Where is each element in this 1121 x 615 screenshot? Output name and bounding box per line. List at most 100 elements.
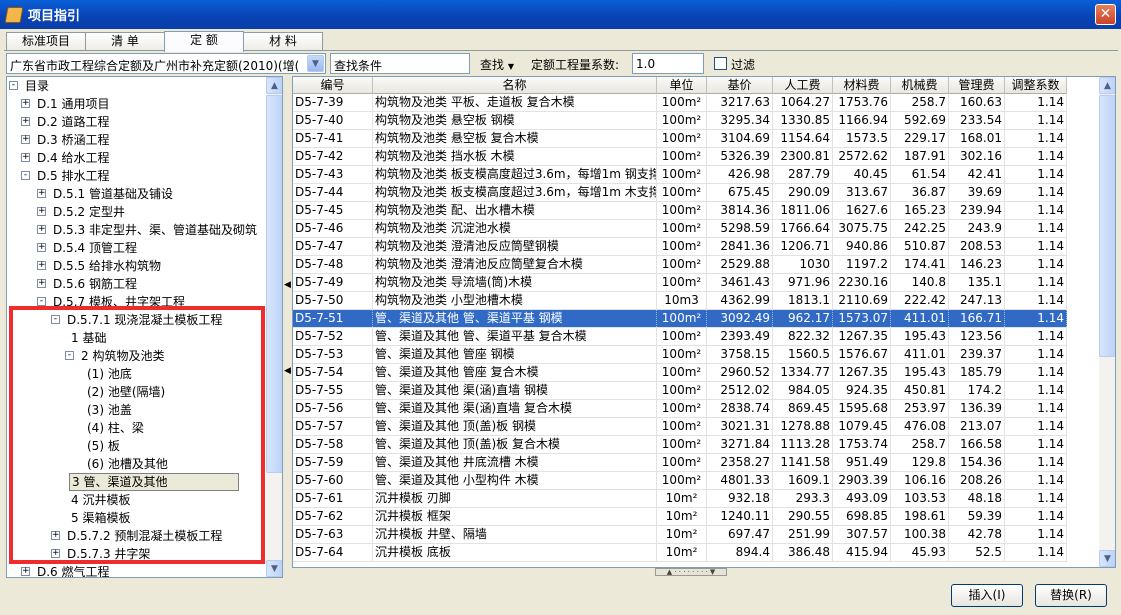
column-header[interactable]: 材料费 xyxy=(833,77,891,94)
table-row[interactable]: D5-7-44 构筑物及池类 板支模高度超过3.6m，每增1m 木支撑 100m² 6… xyxy=(293,184,1067,202)
close-button[interactable]: ✕ xyxy=(1095,4,1116,25)
table-cell: 管、渠道及其他 管座 复合木模 xyxy=(373,364,657,381)
pane-splitter[interactable]: ◀ ◀ xyxy=(284,76,292,578)
tab-standard-items[interactable]: 标准项目 xyxy=(6,32,86,51)
tree-item-label: (1) 池底 xyxy=(87,367,132,381)
table-row[interactable]: D5-7-59 管、渠道及其他 井底流槽 木模 100m² 2358.27 1141.5… xyxy=(293,454,1067,472)
column-header[interactable]: 基价 xyxy=(707,77,773,94)
table-row[interactable]: D5-7-53 管、渠道及其他 管座 钢模 100m² 3758.15 1560.5 15… xyxy=(293,346,1067,364)
scroll-thumb[interactable] xyxy=(266,95,282,473)
table-row[interactable]: D5-7-60 管、渠道及其他 小型构件 木模 100m² 4801.33 1609.1… xyxy=(293,472,1067,490)
table-cell: 100m² xyxy=(657,454,707,471)
column-header[interactable]: 管理费 xyxy=(949,77,1005,94)
table-cell: 1197.2 xyxy=(833,256,891,273)
expand-icon[interactable]: + xyxy=(21,135,30,144)
scroll-up-arrow[interactable]: ▲ xyxy=(1099,77,1115,94)
table-row[interactable]: D5-7-41 构筑物及池类 悬空板 复合木模 100m² 3104.69 1154.6… xyxy=(293,130,1067,148)
column-header[interactable]: 机械费 xyxy=(891,77,949,94)
table-row[interactable]: D5-7-54 管、渠道及其他 管座 复合木模 100m² 2960.52 1334.7… xyxy=(293,364,1067,382)
tree-item-label: D.1 通用项目 xyxy=(37,97,110,111)
replace-button[interactable]: 替换(R) xyxy=(1035,584,1107,607)
table-cell: 5298.59 xyxy=(707,220,773,237)
table-cell: 1753.74 xyxy=(833,436,891,453)
table-scrollbar[interactable]: ▲ ▼ xyxy=(1099,77,1115,567)
search-input[interactable]: 查找条件 xyxy=(330,53,470,74)
table-cell: 45.93 xyxy=(891,544,949,561)
column-header[interactable]: 编号 xyxy=(293,77,373,94)
collapse-icon[interactable]: - xyxy=(51,315,60,324)
table-row[interactable]: D5-7-46 构筑物及池类 沉淀池水模 100m² 5298.59 1766.64 30… xyxy=(293,220,1067,238)
coefficient-input[interactable]: 1.0 xyxy=(632,53,704,74)
table-row[interactable]: D5-7-58 管、渠道及其他 顶(盖)板 复合木模 100m² 3271.84 111… xyxy=(293,436,1067,454)
collapse-icon[interactable]: - xyxy=(9,81,18,90)
table-row[interactable]: D5-7-43 构筑物及池类 板支模高度超过3.6m，每增1m 钢支撑 100m² 4… xyxy=(293,166,1067,184)
table-row[interactable]: D5-7-39 构筑物及池类 平板、走道板 复合木模 100m² 3217.63 106… xyxy=(293,94,1067,112)
expand-icon[interactable]: + xyxy=(37,189,46,198)
table-row[interactable]: D5-7-45 构筑物及池类 配、出水槽木模 100m² 3814.36 1811.06… xyxy=(293,202,1067,220)
scroll-down-arrow[interactable]: ▼ xyxy=(1099,550,1115,567)
table-row[interactable]: D5-7-40 构筑物及池类 悬空板 钢模 100m² 3295.34 1330.85 1… xyxy=(293,112,1067,130)
find-button[interactable]: 查找 ▼ xyxy=(480,56,514,73)
table-row[interactable]: D5-7-55 管、渠道及其他 渠(涵)直墙 钢模 100m² 2512.02 984.… xyxy=(293,382,1067,400)
table-row[interactable]: D5-7-50 构筑物及池类 小型池槽木模 10m3 4362.99 1813.1 211… xyxy=(293,292,1067,310)
table-row[interactable]: D5-7-49 构筑物及池类 导流墙(筒)木模 100m² 3461.43 971.96… xyxy=(293,274,1067,292)
table-cell: 302.16 xyxy=(949,148,1005,165)
expand-icon[interactable]: + xyxy=(51,549,60,558)
expand-icon[interactable]: + xyxy=(37,279,46,288)
table-cell: 1240.11 xyxy=(707,508,773,525)
column-header[interactable]: 单位 xyxy=(657,77,707,94)
table-cell: 1.14 xyxy=(1005,220,1067,237)
tab-quota[interactable]: 定 额 xyxy=(164,31,244,52)
table-row[interactable]: D5-7-56 管、渠道及其他 渠(涵)直墙 复合木模 100m² 2838.74 86… xyxy=(293,400,1067,418)
expand-icon[interactable]: + xyxy=(21,153,30,162)
tree-scrollbar[interactable]: ▲ ▼ xyxy=(266,77,282,577)
table-cell: 构筑物及池类 澄清池反应筒壁复合木模 xyxy=(373,256,657,273)
column-header[interactable]: 调整系数 xyxy=(1005,77,1067,94)
tree-item-label: D.5.3 非定型井、渠、管道基础及砌筑 xyxy=(53,223,257,237)
scroll-down-arrow[interactable]: ▼ xyxy=(266,560,282,577)
expand-icon[interactable]: + xyxy=(21,99,30,108)
chevron-down-icon[interactable]: ▼ xyxy=(307,55,324,72)
filter-checkbox[interactable] xyxy=(714,57,727,70)
table-row[interactable]: D5-7-52 管、渠道及其他 管、渠道平基 复合木模 100m² 2393.49 82… xyxy=(293,328,1067,346)
table-cell: 3021.31 xyxy=(707,418,773,435)
insert-button[interactable]: 插入(I) xyxy=(951,584,1023,607)
column-header[interactable]: 人工费 xyxy=(773,77,833,94)
tab-materials[interactable]: 材 料 xyxy=(243,32,323,51)
table-row[interactable]: D5-7-62 沉井模板 框架 10m² 1240.11 290.55 698.85 198… xyxy=(293,508,1067,526)
table-row[interactable]: D5-7-63 沉井模板 井壁、隔墙 10m² 697.47 251.99 307.57 1… xyxy=(293,526,1067,544)
collapse-icon[interactable]: - xyxy=(65,351,74,360)
expand-icon[interactable]: + xyxy=(51,531,60,540)
table-cell: 208.53 xyxy=(949,238,1005,255)
expand-icon[interactable]: + xyxy=(21,117,30,126)
expand-icon[interactable]: + xyxy=(21,567,30,576)
scroll-thumb[interactable] xyxy=(1099,95,1115,357)
table-row[interactable]: D5-7-51 管、渠道及其他 管、渠道平基 钢模 100m² 3092.49 962.… xyxy=(293,310,1067,328)
table-row[interactable]: D5-7-61 沉井模板 刃脚 10m² 932.18 293.3 493.09 103.5… xyxy=(293,490,1067,508)
bottom-splitter-handle[interactable]: ▲ · · · · · · · · ▼ xyxy=(655,568,727,576)
collapse-left-icon[interactable]: ◀ xyxy=(284,280,291,290)
expand-icon[interactable]: + xyxy=(37,225,46,234)
collapse-icon[interactable]: - xyxy=(21,171,30,180)
collapse-left-icon[interactable]: ◀ xyxy=(284,366,291,376)
table-row[interactable]: D5-7-42 构筑物及池类 挡水板 木模 100m² 5326.39 2300.81 2… xyxy=(293,148,1067,166)
expand-icon[interactable]: + xyxy=(37,261,46,270)
tab-bill[interactable]: 清 单 xyxy=(85,32,165,51)
table-row[interactable]: D5-7-47 构筑物及池类 澄清池反应筒壁钢模 100m² 2841.36 1206.… xyxy=(293,238,1067,256)
collapse-icon[interactable]: - xyxy=(37,297,46,306)
table-cell: 1.14 xyxy=(1005,328,1067,345)
table-cell: 1560.5 xyxy=(773,346,833,363)
library-select[interactable]: 广东省市政工程综合定额及广州市补充定额(2010)(增( ▼ xyxy=(6,53,326,74)
table-row[interactable]: D5-7-64 沉井模板 底板 10m² 894.4 386.48 415.94 45.93… xyxy=(293,544,1067,562)
table-row[interactable]: D5-7-48 构筑物及池类 澄清池反应筒壁复合木模 100m² 2529.88 103… xyxy=(293,256,1067,274)
column-header[interactable]: 名称 xyxy=(373,77,657,94)
table-cell: D5-7-48 xyxy=(293,256,373,273)
table-row[interactable]: D5-7-57 管、渠道及其他 顶(盖)板 钢模 100m² 3021.31 1278.… xyxy=(293,418,1067,436)
expand-icon[interactable]: + xyxy=(37,243,46,252)
expand-icon[interactable]: + xyxy=(37,207,46,216)
table-cell: 239.94 xyxy=(949,202,1005,219)
scroll-up-arrow[interactable]: ▲ xyxy=(266,77,282,94)
table-cell: 1206.71 xyxy=(773,238,833,255)
table-cell: 构筑物及池类 悬空板 钢模 xyxy=(373,112,657,129)
table-cell: D5-7-45 xyxy=(293,202,373,219)
